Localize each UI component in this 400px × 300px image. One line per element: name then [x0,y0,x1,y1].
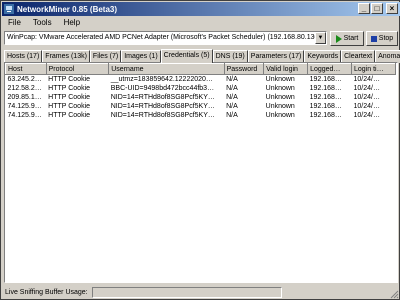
cell-valid-login: Unknown [265,112,295,119]
cell-username: __utmz=183859642.12222020… [110,76,213,83]
column-header-logged[interactable]: Logged… [307,63,353,75]
cell-protocol: HTTP Cookie [48,85,91,92]
cell-password: N/A [226,103,238,110]
cell-protocol: HTTP Cookie [48,76,91,83]
cell-protocol: HTTP Cookie [48,112,91,119]
menu-bar: File Tools Help [2,16,400,29]
window-title: NetworkMiner 0.85 (Beta3) [17,4,118,14]
minimize-button[interactable]: _ [358,3,370,14]
tab-strip: Hosts (17) Frames (13k) Files (7) Images… [4,49,400,63]
cell-logged: 192.168… [309,112,342,119]
maximize-button[interactable]: □ [371,3,383,14]
adapter-toolbar: WinPcap: VMware Accelerated AMD PCNet Ad… [4,31,398,46]
cell-host: 74.125.9… [7,103,42,110]
stop-square-icon [370,35,377,42]
cell-username: NID=14=RTHd8of8SG8Pcf5KY… [110,103,215,110]
cell-host: 63.245.2… [7,76,42,83]
cell-username: BBC-UID=9498bd472bcc44fb3… [110,85,215,92]
cell-username: NID=14=RTHd8of8SG8Pcf5KY… [110,112,215,119]
cell-login-time: 10/24/… [353,112,380,119]
cell-logged: 192.168… [309,76,342,83]
buffer-usage-progress [91,287,282,298]
cell-password: N/A [226,76,238,83]
cell-valid-login: Unknown [265,85,295,92]
close-button[interactable]: × [386,3,398,14]
cell-password: N/A [226,85,238,92]
cell-password: N/A [226,94,238,101]
cell-login-time: 10/24/… [353,103,380,110]
networkminer-window: NetworkMiner 0.85 (Beta3) _ □ × File Too… [0,0,400,300]
column-header-username[interactable]: Username [108,63,225,75]
play-icon [335,34,342,43]
stop-button[interactable]: Stop [366,31,398,46]
column-header-protocol[interactable]: Protocol [45,63,110,75]
cell-login-time: 10/24/… [353,76,380,83]
column-header-host[interactable]: Host [5,63,47,75]
dropdown-arrow-icon[interactable]: ▼ [315,32,326,44]
tab-credentials[interactable]: Credentials (5) [160,49,213,63]
resize-grip-icon[interactable] [389,289,399,299]
title-bar[interactable]: NetworkMiner 0.85 (Beta3) _ □ × [2,2,400,16]
cell-host: 209.85.1… [7,94,42,101]
cell-valid-login: Unknown [265,76,295,83]
cell-logged: 192.168… [309,85,342,92]
table-row[interactable]: 74.125.9… HTTP Cookie NID=14=RTHd8of8SG8… [6,102,396,111]
table-header-row: Host Protocol Username Password Valid lo… [5,63,396,75]
menu-file[interactable]: File [2,18,27,27]
cell-login-time: 10/24/… [353,94,380,101]
cell-login-time: 10/24/… [353,85,380,92]
table-row[interactable]: 212.58.2… HTTP Cookie BBC-UID=9498bd472b… [6,84,396,93]
column-header-login-time[interactable]: Login ti… [351,63,396,75]
cell-protocol: HTTP Cookie [48,94,91,101]
cell-valid-login: Unknown [265,94,295,101]
adapter-selected-value: WinPcap: VMware Accelerated AMD PCNet Ad… [7,34,327,41]
table-row[interactable]: 209.85.1… HTTP Cookie NID=14=RTHd8of8SG8… [6,93,396,102]
menu-tools[interactable]: Tools [27,18,58,27]
window-controls: _ □ × [358,3,398,14]
column-header-valid-login[interactable]: Valid login [263,63,309,75]
menu-help[interactable]: Help [58,18,86,27]
cell-logged: 192.168… [309,103,342,110]
networkminer-app-icon [4,4,14,14]
cell-protocol: HTTP Cookie [48,103,91,110]
credentials-table: Host Protocol Username Password Valid lo… [5,63,396,120]
cell-valid-login: Unknown [265,103,295,110]
cell-host: 212.58.2… [7,85,42,92]
cell-password: N/A [226,112,238,119]
adapter-select[interactable]: WinPcap: VMware Accelerated AMD PCNet Ad… [4,31,327,45]
stop-button-label: Stop [378,35,394,42]
start-button[interactable]: Start [330,31,364,46]
buffer-usage-label: Live Sniffing Buffer Usage: [5,289,88,296]
table-row[interactable]: 74.125.9… HTTP Cookie NID=14=RTHd8of8SG8… [6,111,396,120]
credentials-panel: Host Protocol Username Password Valid lo… [4,62,398,283]
column-header-password[interactable]: Password [223,63,265,75]
cell-host: 74.125.9… [7,112,42,119]
cell-username: NID=14=RTHd8of8SG8Pcf5KY… [110,94,215,101]
start-button-label: Start [343,35,359,42]
table-row[interactable]: 63.245.2… HTTP Cookie __utmz=183859642.1… [6,75,396,85]
status-bar: Live Sniffing Buffer Usage: [2,285,400,300]
cell-logged: 192.168… [309,94,342,101]
